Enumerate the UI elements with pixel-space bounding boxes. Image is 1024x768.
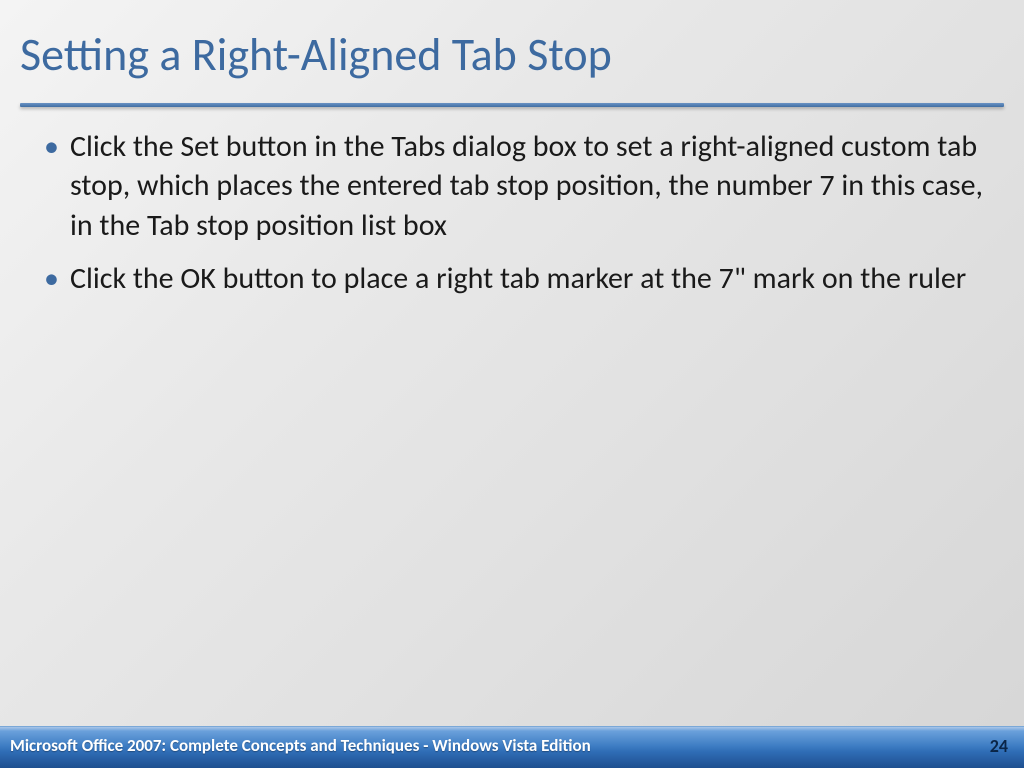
- slide-title: Setting a Right-Aligned Tab Stop: [20, 30, 1004, 81]
- title-area: Setting a Right-Aligned Tab Stop: [0, 0, 1024, 107]
- bullet-list: Click the Set button in the Tabs dialog …: [36, 127, 988, 299]
- footer-bar: Microsoft Office 2007: Complete Concepts…: [0, 726, 1024, 768]
- slide: Setting a Right-Aligned Tab Stop Click t…: [0, 0, 1024, 768]
- bullet-item: Click the Set button in the Tabs dialog …: [36, 127, 988, 246]
- footer-text: Microsoft Office 2007: Complete Concepts…: [10, 735, 591, 756]
- page-number: 24: [990, 735, 1008, 757]
- bullet-item: Click the OK button to place a right tab…: [36, 259, 988, 299]
- body-area: Click the Set button in the Tabs dialog …: [0, 107, 1024, 313]
